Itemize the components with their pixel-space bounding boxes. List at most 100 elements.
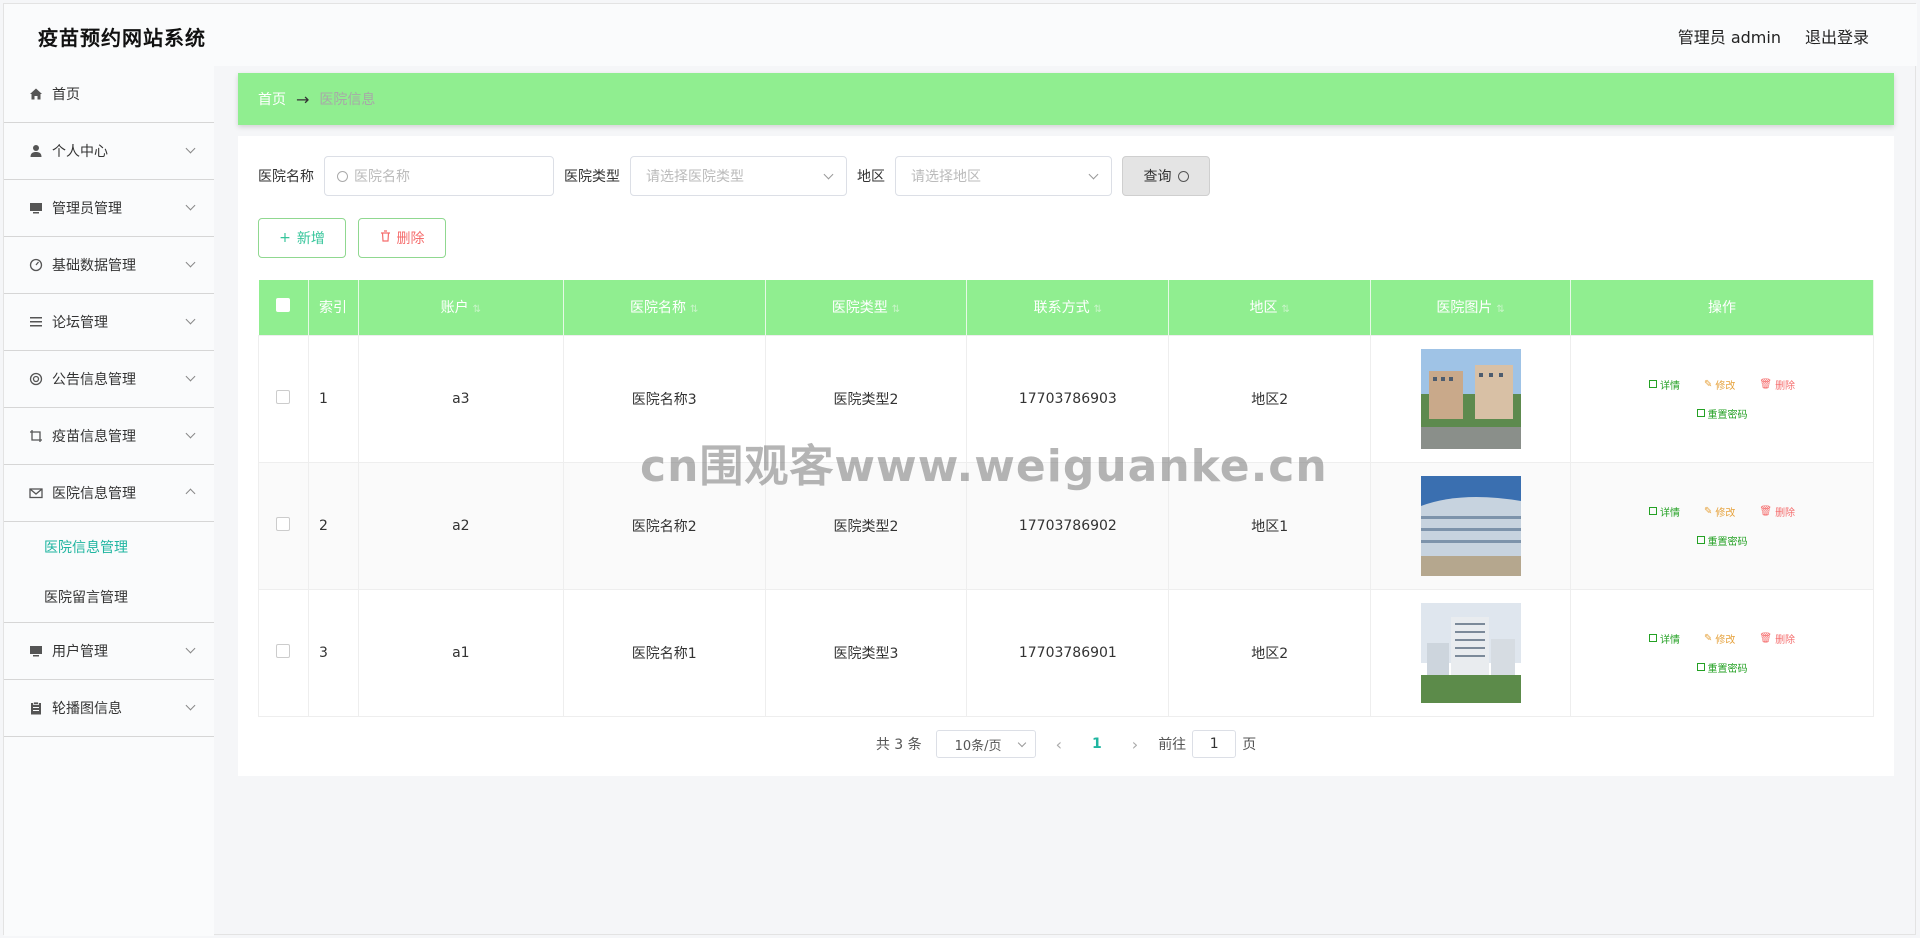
sidebar-item-forum[interactable]: 论坛管理 [4,294,214,351]
add-button[interactable]: + 新增 [258,218,346,258]
breadcrumb-arrow-icon: → [296,89,310,109]
row-checkbox[interactable] [276,643,291,658]
sidebar-item-notice[interactable]: 公告信息管理 [4,351,214,408]
region-label: 地区 [857,169,885,185]
sidebar-item-label: 医院信息管理 [52,486,136,502]
delete-button[interactable]: 🗑 删除 [1759,377,1795,392]
column-header-label: 医院名称 [629,300,686,317]
chevron-down-icon [185,314,196,325]
submenu-item-hospital-info[interactable]: 医院信息管理 [4,522,214,572]
cell-ops: 详情 ✎ 修改 🗑 删除 重置密码 [1570,588,1874,717]
sidebar-item-carousel[interactable]: 轮播图信息 [4,680,214,737]
column-header-label: 医院图片 [1436,300,1493,317]
page-jump: 前往 1 页 [1158,730,1256,758]
cell-account: a3 [357,334,564,463]
cell-photo [1370,334,1572,463]
detail-button[interactable]: 详情 [1648,377,1680,392]
hospital-photo[interactable] [1420,475,1521,576]
row-checkbox[interactable] [276,389,291,404]
sort-icon[interactable]: ⇅ [1496,304,1504,315]
edit-button[interactable]: ✎ 修改 [1704,377,1735,392]
detail-button[interactable]: 详情 [1648,631,1680,646]
hospital-name-placeholder: 医院名称 [354,169,410,185]
table-header-row: 索引 账户 ⇅ 医院名称 ⇅ 医院类型 ⇅ 联系方式 ⇅ 地区 ⇅ 医院图片 ⇅ 操作 [258,280,1874,335]
submenu-item-hospital-messages[interactable]: 医院留言管理 [4,572,214,622]
row-checkbox-cell[interactable] [258,588,309,717]
hospital-name-input[interactable]: 医院名称 [324,156,554,196]
reset-password-button[interactable]: 重置密码 [1696,660,1748,675]
select-all-checkbox[interactable] [276,298,291,313]
sidebar-item-hospital[interactable]: 医院信息管理 [4,465,214,522]
query-button[interactable]: 查询 [1122,156,1210,196]
region-placeholder: 请选择地区 [911,169,981,185]
sort-icon[interactable]: ⇅ [1282,304,1290,315]
table-row: 3 a1 医院名称1 医院类型3 17703786901 地区2 详情 ✎ 修改… [258,588,1874,717]
column-header-account[interactable]: 账户 ⇅ [358,280,564,335]
page-size-select[interactable]: 10条/页 [935,730,1036,758]
batch-delete-button[interactable]: 删除 [358,218,446,258]
logout-link[interactable]: 退出登录 [1805,24,1869,48]
breadcrumb-home[interactable]: 首页 [258,89,286,109]
next-page-icon[interactable]: › [1126,735,1144,754]
column-header-type[interactable]: 医院类型 ⇅ [765,280,968,335]
cell-account: a2 [357,461,564,590]
lifebuoy-icon [28,371,44,387]
hospital-photo[interactable] [1420,348,1521,449]
delete-label: 删除 [1775,380,1796,392]
app-title: 疫苗预约网站系统 [38,26,206,50]
column-header-region[interactable]: 地区 ⇅ [1168,280,1372,335]
prev-page-icon[interactable]: ‹ [1050,735,1068,754]
goto-prefix: 前往 [1158,737,1187,753]
cell-index: 1 [307,334,359,463]
crop-icon [28,428,44,444]
sidebar-item-vaccine[interactable]: 疫苗信息管理 [4,408,214,465]
chevron-down-icon [185,428,196,439]
sort-icon[interactable]: ⇅ [892,304,900,315]
gauge-icon [28,257,44,273]
hospital-photo[interactable] [1420,602,1521,703]
sidebar-item-users[interactable]: 用户管理 [4,623,214,680]
region-select[interactable]: 请选择地区 [895,156,1112,196]
sort-icon[interactable]: ⇅ [473,304,481,315]
row-checkbox-cell[interactable] [258,334,309,463]
cell-ops: 详情 ✎ 修改 🗑 删除 重置密码 [1570,461,1874,590]
sidebar-item-admin-management[interactable]: 管理员管理 [4,180,214,237]
reset-password-button[interactable]: 重置密码 [1696,533,1748,548]
cell-region: 地区1 [1168,461,1372,590]
reset-password-button[interactable]: 重置密码 [1696,406,1748,421]
column-header-phone[interactable]: 联系方式 ⇅ [966,280,1170,335]
home-icon [28,86,44,102]
sidebar-item-home[interactable]: 首页 [4,66,214,123]
column-header-photo[interactable]: 医院图片 ⇅ [1370,280,1572,335]
hospital-type-select[interactable]: 请选择医院类型 [630,156,847,196]
hospital-type-label: 医院类型 [564,169,620,185]
pencil-icon: ✎ [1703,632,1713,644]
sidebar-item-label: 个人中心 [52,144,108,160]
cell-type: 医院类型2 [764,334,968,463]
page-number-current[interactable]: 1 [1082,736,1112,752]
detail-label: 详情 [1659,507,1680,519]
sidebar-item-base-data[interactable]: 基础数据管理 [4,237,214,294]
column-header-label: 账户 [440,300,469,317]
row-checkbox-cell[interactable] [258,461,309,590]
goto-page-input[interactable]: 1 [1192,730,1237,758]
chevron-down-icon [1017,738,1026,748]
detail-button[interactable]: 详情 [1648,504,1680,519]
sort-icon[interactable]: ⇅ [1094,304,1102,315]
edit-button[interactable]: ✎ 修改 [1704,631,1735,646]
detail-label: 详情 [1659,634,1680,646]
delete-button[interactable]: 🗑 删除 [1759,504,1795,519]
column-header-name[interactable]: 医院名称 ⇅ [563,280,766,335]
sidebar-item-personal-center[interactable]: 个人中心 [4,123,214,180]
document-icon [1696,663,1705,671]
delete-button[interactable]: 🗑 删除 [1759,631,1795,646]
edit-button[interactable]: ✎ 修改 [1704,504,1735,519]
action-toolbar: + 新增 删除 [258,218,446,258]
reset-password-label: 重置密码 [1707,536,1748,548]
sort-icon[interactable]: ⇅ [690,304,698,315]
edit-label: 修改 [1715,634,1736,646]
select-all-cell[interactable] [258,280,309,335]
row-checkbox[interactable] [276,516,291,531]
chevron-down-icon [185,371,196,382]
sidebar: 首页 个人中心 管理员管理 基础数据管理 论坛管理 公告信息管理 疫苗信息管理 … [4,66,214,936]
